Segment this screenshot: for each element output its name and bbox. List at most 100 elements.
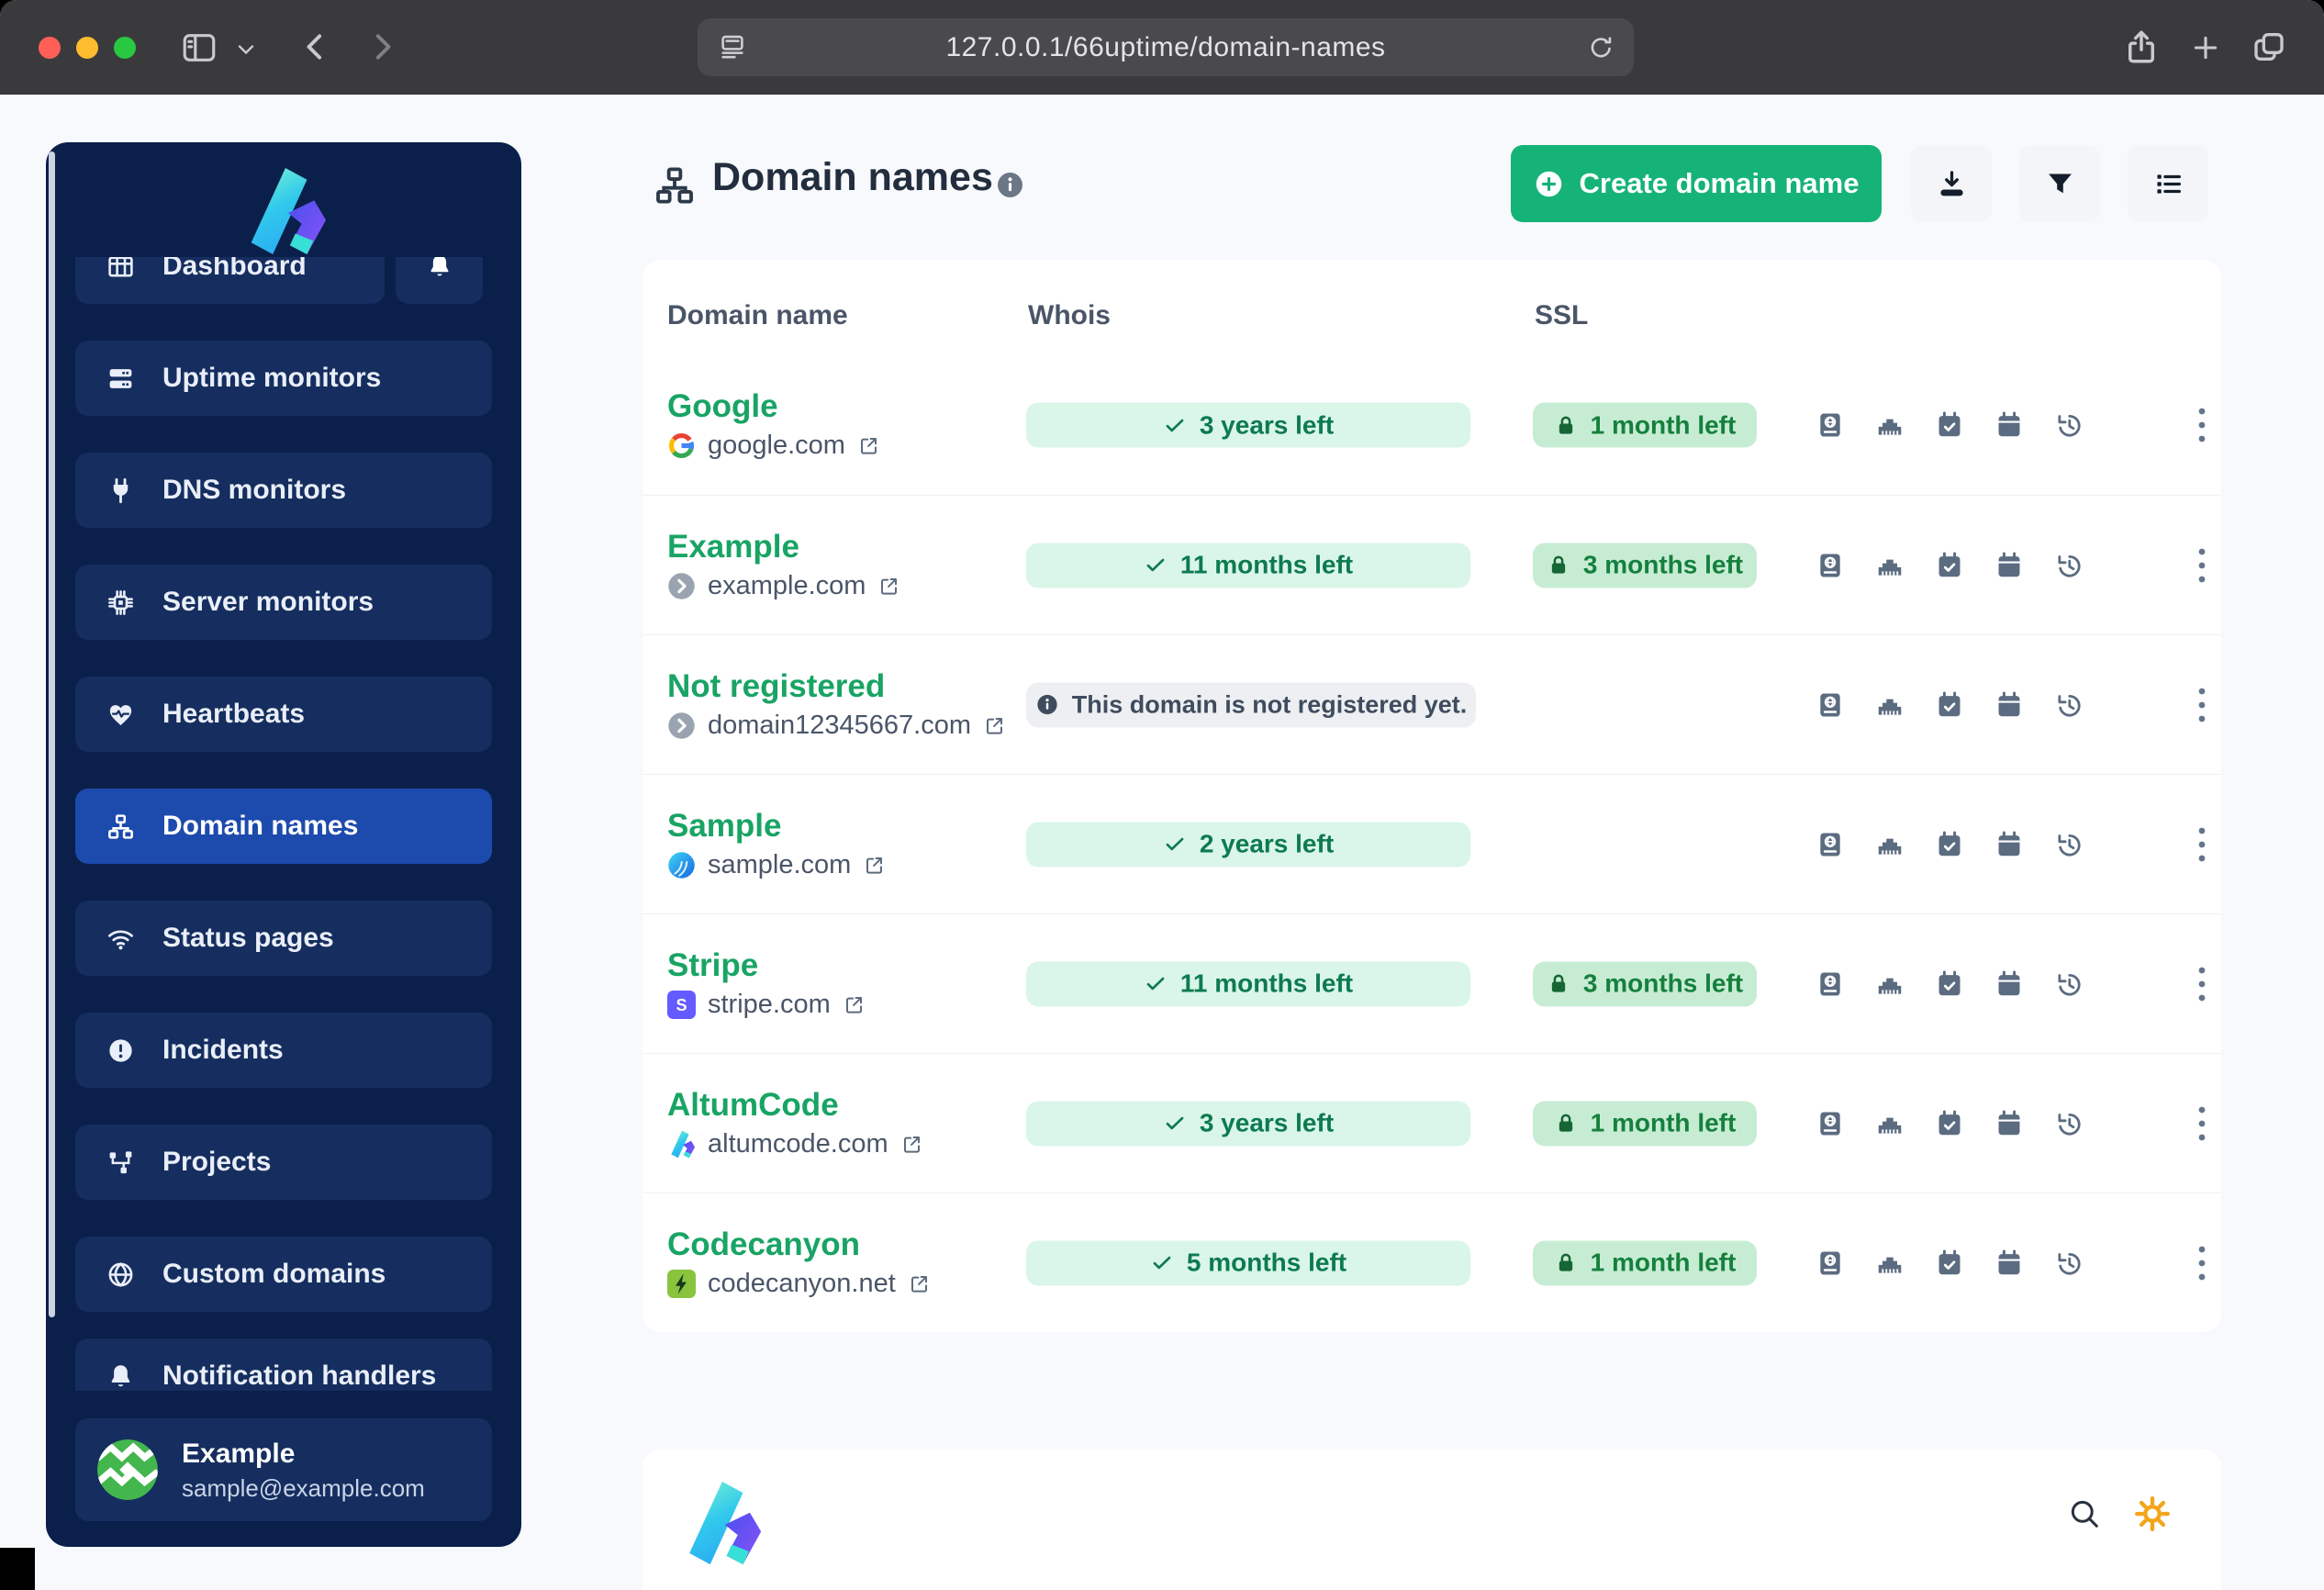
whois-calendar-button[interactable]	[1935, 1109, 1964, 1138]
whois-details-button[interactable]	[1816, 969, 1845, 999]
domain-url-link[interactable]: google.com	[708, 432, 845, 459]
sidebar-item-incidents[interactable]: Incidents	[75, 1013, 492, 1088]
address-bar[interactable]: 127.0.0.1/66uptime/domain-names	[698, 18, 1634, 76]
sidebar-item-custom-domains[interactable]: Custom domains	[75, 1237, 492, 1312]
create-domain-name-button[interactable]: Create domain name	[1511, 145, 1882, 222]
history-button[interactable]	[2054, 690, 2084, 720]
domain-name-link[interactable]: Google	[667, 390, 880, 422]
nameservers-button[interactable]	[1875, 1109, 1905, 1138]
tab-overview-icon[interactable]	[2251, 28, 2287, 65]
whois-calendar-button[interactable]	[1935, 969, 1964, 999]
nameservers-button[interactable]	[1875, 551, 1905, 580]
sidebar-item-dns-monitors[interactable]: DNS monitors	[75, 453, 492, 528]
nameservers-button[interactable]	[1875, 830, 1905, 859]
nameservers-button[interactable]	[1875, 1248, 1905, 1278]
whois-details-button[interactable]	[1816, 1109, 1845, 1138]
close-window-button[interactable]	[39, 37, 61, 59]
row-menu-button[interactable]	[2188, 684, 2216, 726]
history-button[interactable]	[2054, 1109, 2084, 1138]
filter-button[interactable]	[2019, 145, 2100, 222]
external-link-icon[interactable]	[900, 1133, 923, 1156]
sidebar-item-uptime-monitors[interactable]: Uptime monitors	[75, 341, 492, 416]
ssl-calendar-button[interactable]	[1994, 551, 2024, 580]
external-link-icon[interactable]	[857, 434, 880, 457]
domain-url-link[interactable]: altumcode.com	[708, 1130, 888, 1158]
whois-calendar-button[interactable]	[1935, 551, 1964, 580]
ssl-calendar-button[interactable]	[1994, 969, 2024, 999]
ssl-calendar-button[interactable]	[1994, 410, 2024, 440]
external-link-icon[interactable]	[983, 714, 1006, 737]
forward-button[interactable]	[363, 28, 400, 65]
external-link-icon[interactable]	[843, 993, 866, 1016]
ssl-expiry-badge: 1 month left	[1533, 1101, 1757, 1146]
whois-details-button[interactable]	[1816, 830, 1845, 859]
domain-url-link[interactable]: codecanyon.net	[708, 1270, 896, 1297]
search-icon[interactable]	[2067, 1496, 2102, 1531]
chevron-down-icon[interactable]	[235, 39, 257, 61]
domain-name-link[interactable]: Example	[667, 531, 900, 563]
row-menu-button[interactable]	[2188, 1103, 2216, 1145]
external-link-icon[interactable]	[908, 1272, 931, 1295]
info-icon[interactable]	[995, 170, 1025, 200]
domain-url-link[interactable]: sample.com	[708, 851, 851, 879]
new-tab-icon[interactable]	[2190, 32, 2221, 63]
history-button[interactable]	[2054, 410, 2084, 440]
notifications-bell-button[interactable]	[396, 257, 483, 304]
back-button[interactable]	[297, 28, 334, 65]
list-view-button[interactable]	[2128, 145, 2208, 222]
domain-name-link[interactable]: Not registered	[667, 670, 1006, 702]
domain-name-link[interactable]: Stripe	[667, 949, 866, 981]
share-icon[interactable]	[2122, 27, 2161, 67]
ssl-calendar-button[interactable]	[1994, 1109, 2024, 1138]
nameservers-button[interactable]	[1875, 690, 1905, 720]
gear-icon[interactable]	[2133, 1495, 2172, 1533]
minimize-window-button[interactable]	[76, 37, 98, 59]
account-card[interactable]: Example sample@example.com	[75, 1418, 492, 1521]
history-button[interactable]	[2054, 830, 2084, 859]
whois-calendar-button[interactable]	[1935, 1248, 1964, 1278]
export-button[interactable]	[1911, 145, 1992, 222]
history-button[interactable]	[2054, 551, 2084, 580]
ssl-calendar-button[interactable]	[1994, 690, 2024, 720]
sidebar-item-status-pages[interactable]: Status pages	[75, 901, 492, 976]
domain-name-link[interactable]: Sample	[667, 810, 886, 842]
sidebar-item-domain-names[interactable]: Domain names	[75, 789, 492, 864]
row-menu-button[interactable]	[2188, 1242, 2216, 1284]
domain-name-link[interactable]: Codecanyon	[667, 1228, 931, 1260]
nameservers-button[interactable]	[1875, 969, 1905, 999]
domain-url-link[interactable]: stripe.com	[708, 991, 831, 1018]
macos-desktop: 127.0.0.1/66uptime/domain-names Dashboar…	[0, 0, 2324, 1590]
history-button[interactable]	[2054, 969, 2084, 999]
whois-calendar-button[interactable]	[1935, 410, 1964, 440]
row-menu-button[interactable]	[2188, 823, 2216, 866]
ssl-calendar-button[interactable]	[1994, 1248, 2024, 1278]
page-settings-icon[interactable]	[718, 32, 747, 62]
toggle-sidebar-icon[interactable]	[180, 28, 218, 67]
domain-url-link[interactable]: example.com	[708, 572, 866, 599]
whois-details-button[interactable]	[1816, 1248, 1845, 1278]
reload-icon[interactable]	[1587, 33, 1615, 62]
sidebar-item-notification-handlers[interactable]: Notification handlers	[75, 1338, 492, 1391]
external-link-icon[interactable]	[877, 575, 900, 598]
zoom-window-button[interactable]	[114, 37, 136, 59]
whois-calendar-button[interactable]	[1935, 830, 1964, 859]
list-icon	[2156, 174, 2181, 194]
row-menu-button[interactable]	[2188, 963, 2216, 1005]
whois-details-button[interactable]	[1816, 690, 1845, 720]
sidebar-item-heartbeats[interactable]: Heartbeats	[75, 677, 492, 752]
sidebar-item-projects[interactable]: Projects	[75, 1125, 492, 1200]
whois-details-button[interactable]	[1816, 551, 1845, 580]
row-menu-button[interactable]	[2188, 544, 2216, 587]
whois-calendar-button[interactable]	[1935, 690, 1964, 720]
row-menu-button[interactable]	[2188, 404, 2216, 446]
calendar-icon	[1998, 411, 2020, 437]
sidebar-item-server-monitors[interactable]: Server monitors	[75, 565, 492, 640]
whois-details-button[interactable]	[1816, 410, 1845, 440]
history-button[interactable]	[2054, 1248, 2084, 1278]
domain-url-link[interactable]: domain12345667.com	[708, 711, 971, 739]
domain-name-link[interactable]: AltumCode	[667, 1089, 923, 1121]
ssl-calendar-button[interactable]	[1994, 830, 2024, 859]
external-link-icon[interactable]	[863, 854, 886, 877]
sidebar-item-dashboard[interactable]: Dashboard	[75, 257, 385, 304]
nameservers-button[interactable]	[1875, 410, 1905, 440]
